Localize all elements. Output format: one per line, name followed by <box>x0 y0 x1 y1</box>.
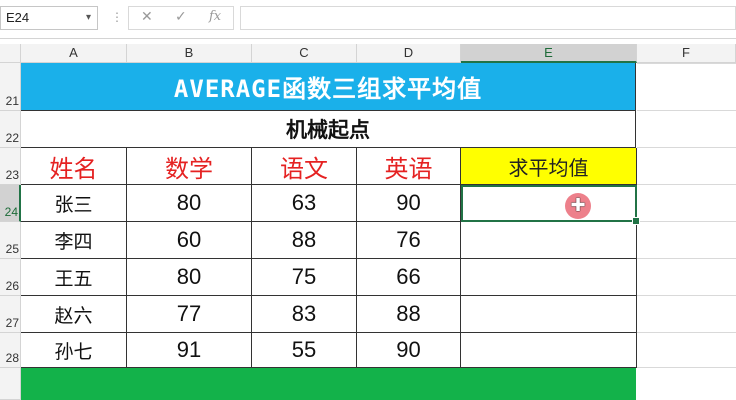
formula-input[interactable] <box>240 6 736 30</box>
select-all-corner[interactable] <box>0 44 21 63</box>
table-cell-math[interactable]: 80 <box>127 259 252 296</box>
header-english[interactable]: 英语 <box>357 148 461 185</box>
table-cell-chinese[interactable]: 88 <box>252 222 357 259</box>
gridline <box>637 332 736 333</box>
gridline <box>637 258 736 259</box>
name-box-value: E24 <box>6 10 30 25</box>
gridline <box>637 63 736 64</box>
enter-icon[interactable]: ✓ <box>175 9 187 25</box>
table-cell-math[interactable]: 77 <box>127 296 252 333</box>
header-chinese[interactable]: 语文 <box>252 148 357 185</box>
table-cell-name[interactable]: 李四 <box>21 222 127 259</box>
column-header-b[interactable]: B <box>127 44 252 63</box>
gridline <box>637 221 736 222</box>
chevron-down-icon[interactable]: ▾ <box>86 7 91 29</box>
table-cell-english[interactable]: 88 <box>357 296 461 333</box>
table-cell-english[interactable]: 76 <box>357 222 461 259</box>
table-cell-average[interactable] <box>461 222 637 259</box>
name-box[interactable]: E24 ▾ <box>0 6 98 30</box>
header-average[interactable]: 求平均值 <box>461 148 637 185</box>
table-cell-english[interactable]: 90 <box>357 185 461 222</box>
row-header-25[interactable]: 25 <box>0 222 21 259</box>
header-math[interactable]: 数学 <box>127 148 252 185</box>
row-header-27[interactable]: 27 <box>0 296 21 333</box>
row-header-22[interactable]: 22 <box>0 111 21 148</box>
column-header-e[interactable]: E <box>461 44 637 63</box>
table-cell-english[interactable]: 90 <box>357 333 461 368</box>
table-cell-average[interactable] <box>461 259 637 296</box>
table-cell-average[interactable] <box>461 296 637 333</box>
table-cell-chinese[interactable]: 75 <box>252 259 357 296</box>
header-name[interactable]: 姓名 <box>21 148 127 185</box>
gridline <box>637 110 736 111</box>
column-header-d[interactable]: D <box>357 44 461 63</box>
row-header-28[interactable]: 28 <box>0 333 21 368</box>
row-header-29[interactable] <box>0 368 21 400</box>
gridline <box>637 295 736 296</box>
row-header-23[interactable]: 23 <box>0 148 21 185</box>
footer-band[interactable] <box>21 368 636 400</box>
more-icon: ⋮ <box>111 10 123 24</box>
row-header-26[interactable]: 26 <box>0 259 21 296</box>
formula-buttons: ✕ ✓ fx <box>128 6 234 30</box>
active-cell-selection <box>461 185 637 222</box>
row-header-21[interactable]: 21 <box>0 63 21 111</box>
sheet-title[interactable]: AVERAGE函数三组求平均值 <box>21 63 636 111</box>
table-cell-average[interactable] <box>461 333 637 368</box>
table-cell-name[interactable]: 赵六 <box>21 296 127 333</box>
table-cell-chinese[interactable]: 55 <box>252 333 357 368</box>
formula-bar: E24 ▾ ⋮ ✕ ✓ fx <box>0 0 736 39</box>
table-cell-name[interactable]: 王五 <box>21 259 127 296</box>
table-cell-english[interactable]: 66 <box>357 259 461 296</box>
cancel-icon[interactable]: ✕ <box>141 9 153 25</box>
column-header-c[interactable]: C <box>252 44 357 63</box>
column-header-a[interactable]: A <box>21 44 127 63</box>
table-cell-name[interactable]: 张三 <box>21 185 127 222</box>
table-cell-name[interactable]: 孙七 <box>21 333 127 368</box>
insert-function-icon[interactable]: fx <box>209 9 221 24</box>
gridline <box>637 367 736 368</box>
column-header-f[interactable]: F <box>637 44 736 63</box>
table-cell-math[interactable]: 60 <box>127 222 252 259</box>
cell-cursor-icon: ✚ <box>565 193 591 219</box>
table-cell-chinese[interactable]: 83 <box>252 296 357 333</box>
table-cell-math[interactable]: 80 <box>127 185 252 222</box>
gridline <box>637 147 736 148</box>
fill-handle[interactable] <box>632 217 640 225</box>
sheet-subtitle[interactable]: 机械起点 <box>21 111 636 148</box>
table-cell-chinese[interactable]: 63 <box>252 185 357 222</box>
gridline <box>637 184 736 185</box>
table-cell-math[interactable]: 91 <box>127 333 252 368</box>
row-header-24[interactable]: 24 <box>0 185 21 222</box>
